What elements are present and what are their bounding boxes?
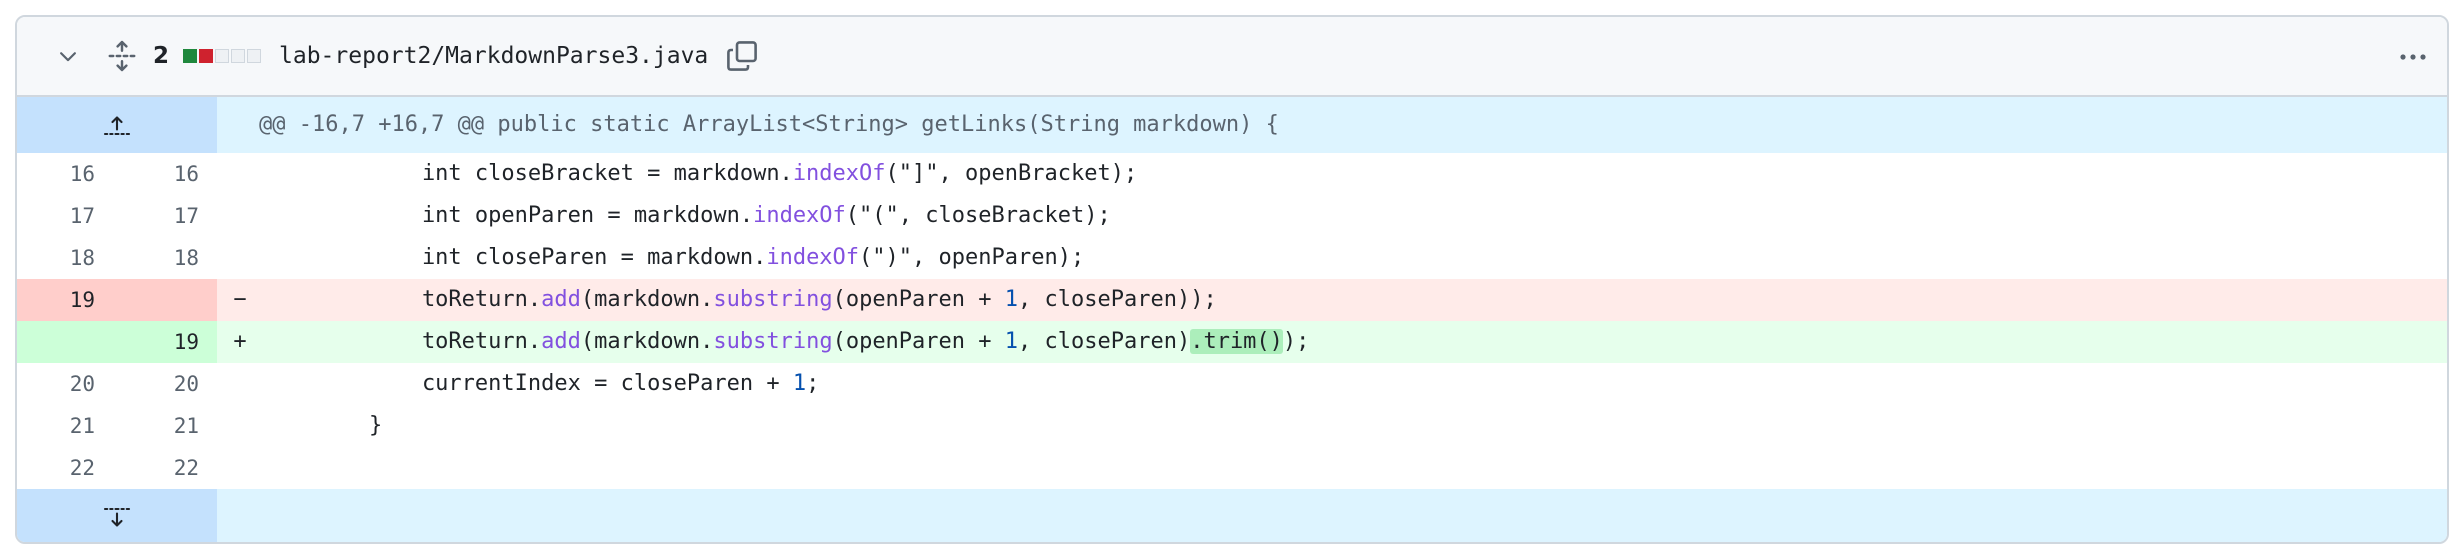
- code-token: substring: [713, 287, 833, 312]
- new-line-number[interactable]: 20: [117, 363, 217, 405]
- diff-marker: [217, 363, 263, 405]
- old-line-number[interactable]: 19: [17, 279, 117, 321]
- code-token: (")", openParen);: [859, 245, 1085, 270]
- code-token: ("(", closeBracket);: [845, 203, 1111, 228]
- context-line: 17 17 int openParen = markdown.indexOf("(…: [17, 195, 2447, 237]
- code-token: 1: [1004, 329, 1019, 354]
- code-line: toReturn.add(markdown.substring(openPare…: [263, 321, 2447, 363]
- code-token: indexOf: [792, 161, 886, 186]
- code-token: , closeParen): [1018, 329, 1191, 354]
- context-line: 16 16 int closeBracket = markdown.indexOf…: [17, 153, 2447, 195]
- old-line-number[interactable]: 21: [17, 405, 117, 447]
- code-line: currentIndex = closeParen + 1;: [263, 363, 2447, 405]
- context-line: 20 20 currentIndex = closeParen + 1;: [17, 363, 2447, 405]
- diff-file: 2 lab-report2/MarkdownParse3.java @@ -16…: [15, 15, 2449, 544]
- code-token: }: [263, 413, 383, 438]
- new-line-number[interactable]: 16: [117, 153, 217, 195]
- code-token: ("]", openBracket);: [885, 161, 1138, 186]
- code-token: , closeParen));: [1018, 287, 1217, 312]
- copy-icon[interactable]: [724, 38, 760, 74]
- new-line-number[interactable]: 21: [117, 405, 217, 447]
- diff-marker: [217, 195, 263, 237]
- kebab-horizontal-icon[interactable]: [2395, 39, 2431, 75]
- new-line-number[interactable]: 18: [117, 237, 217, 279]
- hunk-header-row: @@ -16,7 +16,7 @@ public static ArrayLis…: [17, 97, 2447, 153]
- diff-marker: [217, 237, 263, 279]
- diffstat-bar: [183, 49, 262, 63]
- diffstat-neutral: [247, 49, 262, 63]
- code-token: (openParen +: [832, 287, 1005, 312]
- file-header: 2 lab-report2/MarkdownParse3.java: [17, 17, 2447, 97]
- diff-marker: [217, 405, 263, 447]
- code-token: (markdown.: [580, 329, 714, 354]
- expand-down-row: [17, 489, 2447, 542]
- expand-down-icon[interactable]: [17, 489, 217, 542]
- code-token: (markdown.: [580, 287, 714, 312]
- diff-marker: −: [233, 287, 247, 312]
- code-token: add: [541, 329, 581, 354]
- chevron-down-icon[interactable]: [53, 41, 83, 71]
- hunk-header-text: @@ -16,7 +16,7 @@ public static ArrayLis…: [259, 112, 1279, 137]
- code-line: int closeParen = markdown.indexOf(")", o…: [263, 237, 2447, 279]
- diff-table: @@ -16,7 +16,7 @@ public static ArrayLis…: [17, 97, 2447, 542]
- code-line: toReturn.add(markdown.substring(openPare…: [263, 279, 2447, 321]
- old-line-number[interactable]: 17: [17, 195, 117, 237]
- new-line-number[interactable]: 17: [117, 195, 217, 237]
- diffstat-neutral: [231, 49, 246, 63]
- code-token: indexOf: [766, 245, 860, 270]
- diffstat-added: [183, 49, 198, 63]
- context-line: 18 18 int closeParen = markdown.indexOf("…: [17, 237, 2447, 279]
- diffstat-deleted: [199, 49, 214, 63]
- diff-marker: +: [233, 329, 247, 354]
- diff-marker: [217, 447, 263, 489]
- code-token: currentIndex = closeParen +: [263, 371, 793, 396]
- code-token: .trim(): [1190, 329, 1283, 354]
- code-line: int closeBracket = markdown.indexOf("]",…: [263, 153, 2447, 195]
- new-line-number[interactable]: 19: [117, 321, 217, 363]
- old-line-number[interactable]: [17, 321, 117, 363]
- old-line-number[interactable]: 16: [17, 153, 117, 195]
- code-token: toReturn.: [263, 287, 542, 312]
- code-token: ;: [806, 371, 820, 396]
- code-token: 1: [1004, 287, 1019, 312]
- code-token: int closeBracket = markdown.: [263, 161, 793, 186]
- code-token: );: [1282, 329, 1310, 354]
- unfold-icon[interactable]: [107, 39, 137, 73]
- new-line-number[interactable]: 22: [117, 447, 217, 489]
- code-token: toReturn.: [263, 329, 542, 354]
- expand-down-fill: [217, 489, 2447, 542]
- code-line: }: [263, 405, 2447, 447]
- code-token: substring: [713, 329, 833, 354]
- new-line-number[interactable]: [117, 279, 217, 321]
- added-line: 19 + toReturn.add(markdown.substring(open…: [17, 321, 2447, 363]
- old-line-number[interactable]: 22: [17, 447, 117, 489]
- expand-up-icon[interactable]: [17, 97, 217, 153]
- code-token: indexOf: [753, 203, 846, 228]
- diffstat-neutral: [215, 49, 230, 63]
- diff-lines: 16 16 int closeBracket = markdown.indexOf…: [17, 153, 2447, 489]
- old-line-number[interactable]: 18: [17, 237, 117, 279]
- file-path-link[interactable]: lab-report2/MarkdownParse3.java: [279, 43, 708, 69]
- deleted-line: 19 − toReturn.add(markdown.substring(open…: [17, 279, 2447, 321]
- code-token: 1: [792, 371, 807, 396]
- context-line: 22 22: [17, 447, 2447, 489]
- change-count: 2: [153, 43, 170, 69]
- code-token: add: [541, 287, 581, 312]
- context-line: 21 21 }: [17, 405, 2447, 447]
- old-line-number[interactable]: 20: [17, 363, 117, 405]
- code-line: int openParen = markdown.indexOf("(", cl…: [263, 195, 2447, 237]
- code-token: int openParen = markdown.: [263, 203, 754, 228]
- code-token: (openParen +: [832, 329, 1005, 354]
- diff-marker: [217, 153, 263, 195]
- code-token: int closeParen = markdown.: [263, 245, 767, 270]
